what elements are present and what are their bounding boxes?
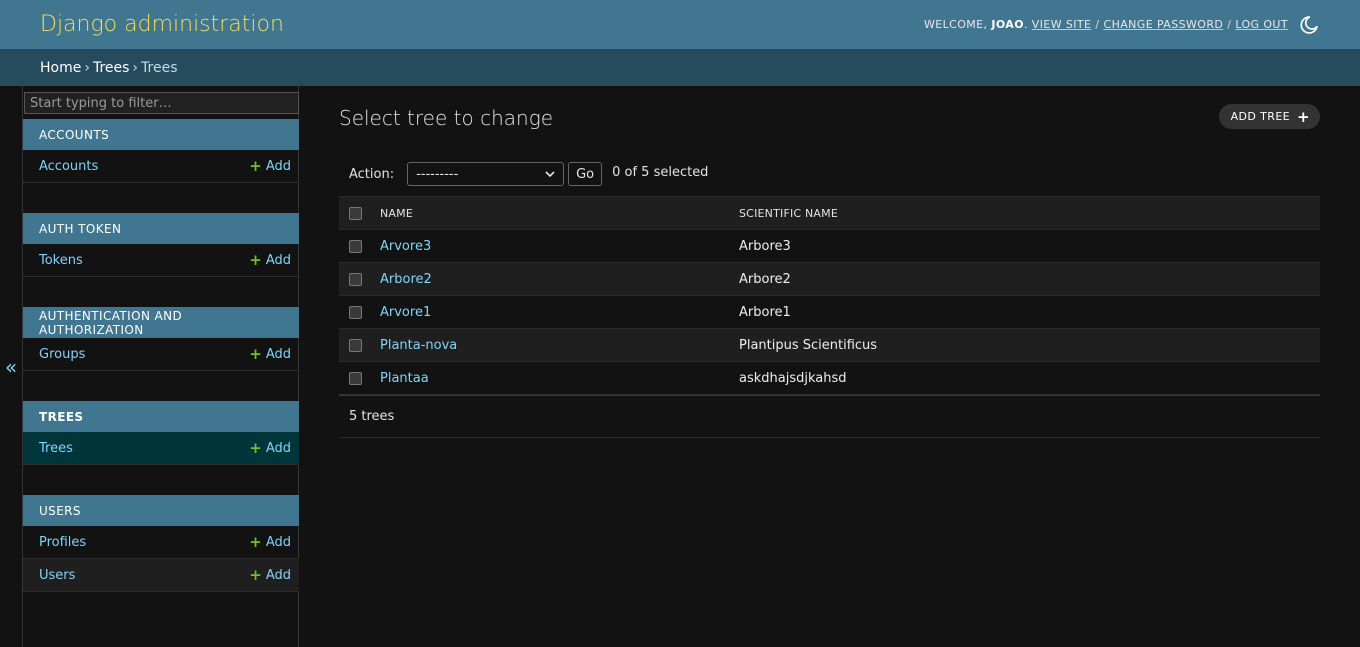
breadcrumb-separator: › <box>132 59 139 76</box>
plus-icon: + <box>249 439 262 457</box>
add-users-link[interactable]: + Add <box>249 566 291 584</box>
row-scientific-name: Arbore2 <box>739 271 791 287</box>
table-row: Plantaa askdhajsdjkahsd <box>339 362 1320 395</box>
theme-toggle-button[interactable] <box>1298 14 1320 36</box>
chevron-down-icon <box>545 171 555 178</box>
plus-icon: + <box>249 251 262 269</box>
action-counter: 0 of 5 selected <box>612 164 709 180</box>
plus-icon: + <box>249 157 262 175</box>
column-header-scientific-name[interactable]: Scientific name <box>735 197 1320 230</box>
table-row: Arvore3 Arbore3 <box>339 230 1320 263</box>
add-accounts-link[interactable]: + Add <box>249 157 291 175</box>
row-checkbox[interactable] <box>349 371 362 385</box>
row-name-link[interactable]: Arvore1 <box>380 305 431 320</box>
action-select[interactable]: --------- <box>407 162 565 186</box>
app-authentication: Authentication and Authorization Groups … <box>23 307 299 371</box>
row-scientific-name: askdhajsdjkahsd <box>739 370 847 386</box>
model-link[interactable]: Trees <box>39 441 73 456</box>
row-name-link[interactable]: Planta-nova <box>380 338 457 353</box>
table-row: Planta-nova Plantipus Scientificus <box>339 328 1320 362</box>
plus-icon: + <box>249 345 262 363</box>
change-password-link[interactable]: Change password <box>1103 18 1223 31</box>
add-profiles-link[interactable]: + Add <box>249 533 291 551</box>
sidebar-item-groups: Groups + Add <box>23 338 299 371</box>
breadcrumb-current: Trees <box>141 59 178 76</box>
site-name-link[interactable]: Django administration <box>40 12 284 37</box>
action-selected-value: --------- <box>416 166 459 182</box>
breadcrumb-home[interactable]: Home <box>40 60 81 76</box>
plus-icon: + <box>249 566 262 584</box>
column-header-name[interactable]: Name <box>372 197 735 230</box>
row-checkbox[interactable] <box>349 305 362 319</box>
row-scientific-name: Arbore1 <box>739 304 791 320</box>
app-users: Users Profiles + Add Users + Add <box>23 495 299 592</box>
model-link[interactable]: Profiles <box>39 535 86 550</box>
result-list-table: Name Scientific name Arvore3 Arbore3 Arb… <box>339 196 1320 395</box>
row-scientific-name: Plantipus Scientificus <box>739 337 878 353</box>
app-auth-token: Auth Token Tokens + Add <box>23 213 299 277</box>
app-caption[interactable]: Users <box>23 495 299 526</box>
breadcrumb-separator: › <box>84 59 90 76</box>
welcome-text: Welcome, <box>924 18 988 31</box>
log-out-link[interactable]: Log out <box>1235 18 1288 31</box>
sidebar-item-trees: Trees + Add <box>23 432 299 465</box>
row-checkbox[interactable] <box>349 239 362 253</box>
nav-sidebar: Accounts Accounts +Add Auth Token Tokens… <box>22 86 299 647</box>
separator: / <box>1227 18 1232 31</box>
app-accounts: Accounts Accounts + Add <box>23 119 299 183</box>
app-caption[interactable]: Trees <box>23 401 299 432</box>
plus-icon: + <box>1297 107 1310 126</box>
go-button[interactable]: Go <box>568 162 603 186</box>
model-link[interactable]: Groups <box>39 347 85 362</box>
view-site-link[interactable]: View site <box>1032 18 1092 31</box>
app-caption[interactable]: Authentication and Authorization <box>23 307 299 338</box>
username: joao <box>991 18 1024 31</box>
add-tokens-link[interactable]: + Add <box>249 251 291 269</box>
nav-filter-input[interactable] <box>24 92 299 114</box>
toggle-sidebar-button[interactable]: « <box>0 355 22 379</box>
app-caption[interactable]: Accounts <box>23 119 299 150</box>
app-trees: Trees Trees + Add <box>23 401 299 465</box>
breadcrumb-app[interactable]: Trees <box>93 60 129 76</box>
sidebar-item-tokens: Tokens + Add <box>23 244 299 277</box>
add-groups-link[interactable]: + Add <box>249 345 291 363</box>
moon-icon <box>1300 15 1318 34</box>
row-scientific-name: Arbore3 <box>739 238 791 254</box>
model-link[interactable]: Tokens <box>39 253 83 268</box>
row-checkbox[interactable] <box>349 272 362 286</box>
breadcrumb: Home › Trees › Trees <box>0 49 1360 86</box>
add-tree-button[interactable]: Add tree + <box>1218 104 1320 129</box>
app-caption[interactable]: Auth Token <box>23 213 299 244</box>
separator: / <box>1095 18 1100 31</box>
row-name-link[interactable]: Plantaa <box>380 371 429 386</box>
model-link[interactable]: Accounts <box>39 159 98 174</box>
table-header-row: Name Scientific name <box>339 196 1320 230</box>
row-name-link[interactable]: Arbore2 <box>380 272 432 287</box>
header: Django administration Welcome, joao. Vie… <box>0 0 1360 49</box>
select-all-checkbox[interactable] <box>349 206 362 220</box>
action-label: Action: <box>349 166 395 182</box>
sidebar-item-accounts: Accounts + Add <box>23 150 299 183</box>
row-checkbox[interactable] <box>349 338 362 352</box>
table-row: Arvore1 Arbore1 <box>339 296 1320 329</box>
row-name-link[interactable]: Arvore3 <box>380 239 431 254</box>
model-link[interactable]: Users <box>39 568 75 583</box>
plus-icon: + <box>249 533 262 551</box>
sidebar-item-users: Users + Add <box>23 559 299 592</box>
sidebar-item-profiles: Profiles + Add <box>23 526 299 559</box>
paginator: 5 trees <box>339 395 1320 438</box>
add-trees-link[interactable]: + Add <box>249 439 291 457</box>
table-row: Arbore2 Arbore2 <box>339 262 1320 296</box>
actions-bar: Action: --------- Go 0 of 5 selected <box>339 162 1320 186</box>
page-title: Select tree to change <box>339 106 553 130</box>
user-tools: Welcome, joao. View site / Change passwo… <box>924 14 1320 36</box>
